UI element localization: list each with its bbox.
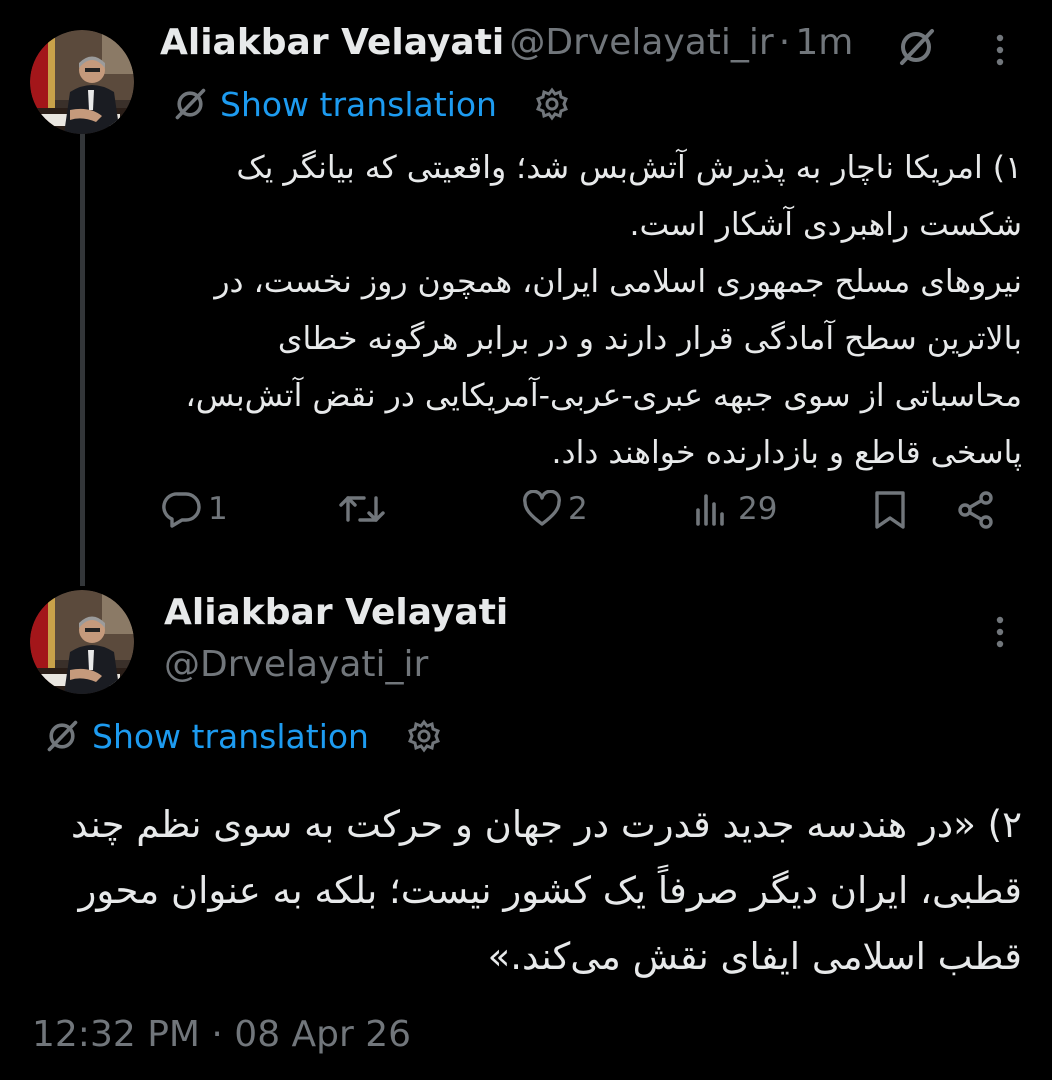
author-display-name[interactable]: Aliakbar Velayati	[160, 22, 504, 63]
reply-button[interactable]: 1	[162, 490, 228, 528]
tweet1-text: ۱) امریکا ناچار به پذیرش آتش‌بس شد؛ واقع…	[185, 150, 1022, 471]
retweet-button[interactable]	[338, 490, 392, 528]
author-avatar[interactable]	[30, 30, 134, 134]
share-button[interactable]	[956, 490, 996, 530]
like-count: 2	[568, 491, 588, 527]
bookmark-icon	[875, 491, 905, 529]
tweet2-text: ۲) «در هندسه جدید قدرت در جهان و حرکت به…	[71, 803, 1022, 978]
tweet2-translate-row: Show translation	[44, 716, 441, 756]
views-button[interactable]: 29	[692, 490, 777, 528]
reply-count: 1	[208, 491, 228, 527]
bookmark-button[interactable]	[872, 490, 908, 530]
share-icon	[958, 491, 993, 529]
author-handle[interactable]: @Drvelayati_ir	[509, 22, 773, 63]
relative-time[interactable]: 1m	[795, 22, 853, 63]
gear-icon[interactable]	[407, 719, 441, 753]
show-translation-link[interactable]: Show translation	[92, 717, 369, 756]
retweet-icon	[339, 496, 385, 522]
tweet1-header: Aliakbar Velayati @Drvelayati_ir · 1m	[160, 22, 853, 63]
translate-icon	[44, 718, 80, 754]
more-icon[interactable]	[994, 34, 1006, 70]
more-icon[interactable]	[994, 616, 1006, 652]
gear-icon[interactable]	[535, 87, 569, 121]
author-avatar[interactable]	[30, 590, 134, 694]
like-button[interactable]: 2	[522, 490, 588, 528]
like-icon	[523, 490, 561, 526]
thread-connector-line	[80, 134, 85, 586]
tweet1-translate-row: Show translation	[172, 84, 569, 124]
show-translation-link[interactable]: Show translation	[220, 85, 497, 124]
reply-icon	[162, 492, 201, 528]
grok-icon[interactable]	[896, 27, 936, 67]
author-handle[interactable]: @Drvelayati_ir	[164, 644, 428, 685]
tweet-timestamp[interactable]: 12:32 PM · 08 Apr 26	[32, 1014, 411, 1055]
views-icon	[696, 494, 724, 526]
views-count: 29	[738, 491, 778, 527]
time-separator: ·	[778, 22, 791, 63]
author-display-name[interactable]: Aliakbar Velayati	[164, 592, 508, 633]
translate-icon	[172, 86, 208, 122]
